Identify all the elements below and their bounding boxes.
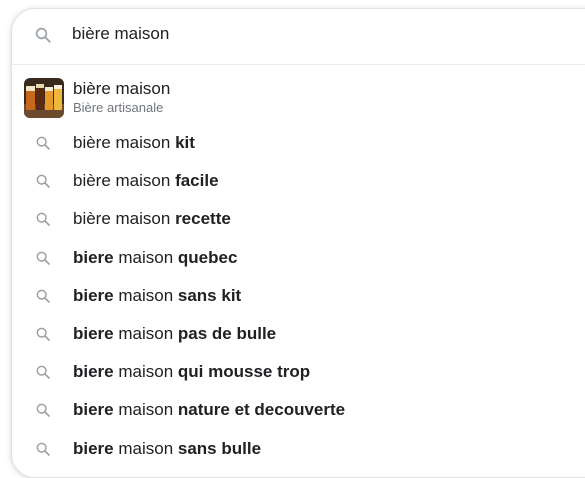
suggestion-query-part: maison xyxy=(113,247,178,267)
search-icon xyxy=(36,251,50,265)
suggestion-completion: facile xyxy=(175,171,219,191)
suggestion-text: biere maison sans kit xyxy=(73,286,241,306)
suggestion-item[interactable]: biere maison sans bulle xyxy=(12,430,585,468)
search-input[interactable]: bière maison xyxy=(72,21,169,47)
suggestion-completion: sans kit xyxy=(177,285,242,305)
suggestion-completion: biere xyxy=(73,247,114,267)
suggestion-query-part: bière maison xyxy=(73,133,176,152)
suggestion-completion: kit xyxy=(175,133,195,152)
suggestion-item[interactable]: bière maison facile xyxy=(12,162,585,200)
suggestion-item[interactable]: bière maison recette xyxy=(12,200,585,238)
suggestion-text: biere maison qui mousse trop xyxy=(73,362,310,382)
suggestion-text: biere maison quebec xyxy=(73,248,237,268)
suggestion-completion: biere xyxy=(73,285,114,305)
suggestion-item[interactable]: biere maison qui mousse trop xyxy=(12,353,585,391)
suggestion-query-part: maison xyxy=(113,438,178,458)
suggestion-rich-item[interactable]: bière maison Bière artisanale xyxy=(12,72,585,124)
suggestion-text: bière maison recette xyxy=(73,209,231,229)
suggestion-item[interactable]: biere maison sans kit xyxy=(12,277,585,315)
suggestion-query-part: maison xyxy=(113,362,178,382)
suggestion-completion: biere xyxy=(73,400,114,420)
search-icon xyxy=(36,403,50,418)
suggestion-text: biere maison pas de bulle xyxy=(73,324,276,344)
search-icon xyxy=(36,136,50,150)
suggestion-completion: biere xyxy=(73,438,114,458)
search-icon xyxy=(36,212,50,227)
beer-glasses-thumbnail xyxy=(24,78,64,118)
suggestion-query-part: maison xyxy=(113,323,178,343)
search-icon xyxy=(36,365,50,379)
suggestion-query-part: maison xyxy=(113,285,178,305)
suggestion-completion: quebec xyxy=(177,247,238,267)
suggestion-text: biere maison sans bulle xyxy=(73,439,261,459)
suggestion-item[interactable]: biere maison quebec xyxy=(12,239,585,277)
suggestion-list: bière maison Bière artisanale bière mais… xyxy=(12,72,585,468)
suggestion-query-part: bière maison xyxy=(73,171,176,191)
search-icon xyxy=(36,174,50,188)
suggestion-completion: sans bulle xyxy=(177,438,262,458)
search-icon[interactable] xyxy=(34,26,52,44)
suggestion-query-part: maison xyxy=(113,400,178,420)
suggestion-text: bière maison facile xyxy=(73,171,219,191)
suggestion-title: bière maison xyxy=(73,79,171,98)
suggestion-completion: biere xyxy=(73,362,114,382)
suggestion-subtitle: Bière artisanale xyxy=(73,100,164,115)
suggestion-completion: qui mousse trop xyxy=(177,362,311,382)
suggestion-completion: nature et decouverte xyxy=(177,400,346,420)
suggestion-item[interactable]: biere maison pas de bulle xyxy=(12,315,585,353)
search-icon xyxy=(36,442,50,456)
search-bar[interactable]: bière maison xyxy=(11,8,585,60)
search-icon xyxy=(36,289,50,303)
suggestion-completion: biere xyxy=(73,323,114,343)
divider xyxy=(11,64,585,65)
suggestion-completion: recette xyxy=(175,209,231,229)
suggestion-completion: pas de bulle xyxy=(177,323,277,343)
suggestion-text: bière maison kit xyxy=(73,133,195,153)
suggestion-query-part: bière maison xyxy=(73,209,176,229)
suggestion-item[interactable]: biere maison nature et decouverte xyxy=(12,391,585,429)
suggestion-item[interactable]: bière maison kit xyxy=(12,124,585,162)
suggestion-text: biere maison nature et decouverte xyxy=(73,400,345,420)
search-icon xyxy=(36,327,50,341)
